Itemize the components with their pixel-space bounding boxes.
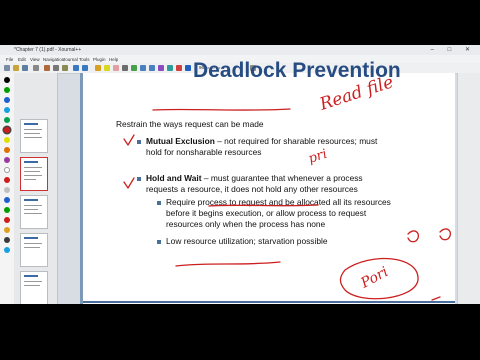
ruler-icon[interactable] <box>167 65 173 71</box>
title-bar: *Chapter 7 (1).pdf - Xournal++ – □ ✕ <box>0 45 480 55</box>
shape-recognizer-icon[interactable] <box>158 65 164 71</box>
print-icon[interactable] <box>33 65 39 71</box>
bullet-mutual-exclusion: Mutual Exclusion – not required for shar… <box>146 136 377 147</box>
cyan-pen-icon[interactable] <box>4 107 10 113</box>
red-marker-icon[interactable] <box>4 177 10 183</box>
sub-bullet-1-line1: Require process to request and be alloca… <box>166 197 391 207</box>
select-rect-icon[interactable] <box>140 65 146 71</box>
page-thumbnail[interactable] <box>20 119 48 153</box>
pen-icon[interactable] <box>95 65 101 71</box>
menu-view[interactable]: View <box>30 57 40 62</box>
page-thumbnails <box>14 73 58 304</box>
highlighter-icon[interactable] <box>104 65 110 71</box>
color-blue-icon[interactable] <box>185 65 191 71</box>
window-title: *Chapter 7 (1).pdf - Xournal++ <box>14 47 82 53</box>
eraser-icon[interactable] <box>113 65 119 71</box>
page-thumbnail[interactable] <box>20 195 48 229</box>
bullet-marker <box>137 140 141 144</box>
hold-and-wait-description: – must guarantee that whenever a process <box>201 173 363 183</box>
image-tool-icon[interactable] <box>131 65 137 71</box>
paste-icon[interactable] <box>62 65 68 71</box>
menu-navigation[interactable]: Navigation <box>43 57 64 62</box>
dark-pen-icon[interactable] <box>4 237 10 243</box>
pen-palette <box>0 73 15 304</box>
lime-pen-icon[interactable] <box>4 207 10 213</box>
select-region-icon[interactable] <box>149 65 155 71</box>
blue-pen-icon[interactable] <box>4 97 10 103</box>
app-window: *Chapter 7 (1).pdf - Xournal++ – □ ✕ Fil… <box>0 45 480 304</box>
slide-bottom-rule <box>83 301 455 303</box>
term-hold-and-wait: Hold and Wait <box>146 173 202 183</box>
slide-page: Deadlock Prevention Restrain the ways re… <box>80 59 455 304</box>
page-thumbnail-current[interactable] <box>20 157 48 191</box>
mutual-exclusion-description: – not required for sharable resources; m… <box>214 136 378 146</box>
save-icon[interactable] <box>22 65 28 71</box>
window-controls[interactable]: – □ ✕ <box>431 46 476 53</box>
cut-icon[interactable] <box>44 65 50 71</box>
orange-pen-icon[interactable] <box>4 147 10 153</box>
teal-pen-icon[interactable] <box>4 117 10 123</box>
menu-help[interactable]: Help <box>109 57 118 62</box>
gray-pen-icon[interactable] <box>4 187 10 193</box>
sub-bullet-1-line2: before it begins execution, or allow pro… <box>166 208 367 218</box>
copy-icon[interactable] <box>53 65 59 71</box>
page-thumbnail[interactable] <box>20 233 48 267</box>
crimson-pen-icon[interactable] <box>4 217 10 223</box>
navy-pen-icon[interactable] <box>4 197 10 203</box>
sub-bullet-2: Low resource utilization; starvation pos… <box>166 236 328 246</box>
sub-bullet-1-line3: resources only when the process has none <box>166 219 326 229</box>
redo-icon[interactable] <box>82 65 88 71</box>
hold-and-wait-line2: requests a resource, it does not hold an… <box>146 184 358 194</box>
green-pen-icon[interactable] <box>4 87 10 93</box>
page-title: Deadlock Prevention <box>193 59 401 82</box>
bullet-hold-and-wait: Hold and Wait – must guarantee that when… <box>146 173 363 184</box>
undo-icon[interactable] <box>73 65 79 71</box>
new-icon[interactable] <box>4 65 10 71</box>
black-pen-icon[interactable] <box>4 77 10 83</box>
gold-pen-icon[interactable] <box>4 227 10 233</box>
menu-tools[interactable]: Tools <box>79 57 90 62</box>
purple-pen-icon[interactable] <box>4 157 10 163</box>
sub-bullet-marker <box>157 240 161 244</box>
term-mutual-exclusion: Mutual Exclusion <box>146 136 215 146</box>
right-panel[interactable] <box>457 73 480 304</box>
text-tool-icon[interactable] <box>122 65 128 71</box>
white-pen-icon[interactable] <box>4 167 10 173</box>
menu-journal[interactable]: Journal <box>63 57 78 62</box>
page-thumbnail[interactable] <box>20 271 48 304</box>
intro-text: Restrain the ways request can be made <box>116 119 264 129</box>
menu-edit[interactable]: Edit <box>18 57 26 62</box>
menu-file[interactable]: File <box>6 57 13 62</box>
yellow-pen-icon[interactable] <box>4 137 10 143</box>
bullet-marker <box>137 177 141 181</box>
sky-pen-icon[interactable] <box>4 247 10 253</box>
mutual-exclusion-line2: hold for nonsharable resources <box>146 147 262 157</box>
sub-bullet-marker <box>157 201 161 205</box>
menu-plugin[interactable]: Plugin <box>93 57 106 62</box>
color-red-icon[interactable] <box>176 65 182 71</box>
open-folder-icon[interactable] <box>13 65 19 71</box>
red-pen-icon[interactable] <box>4 127 10 133</box>
